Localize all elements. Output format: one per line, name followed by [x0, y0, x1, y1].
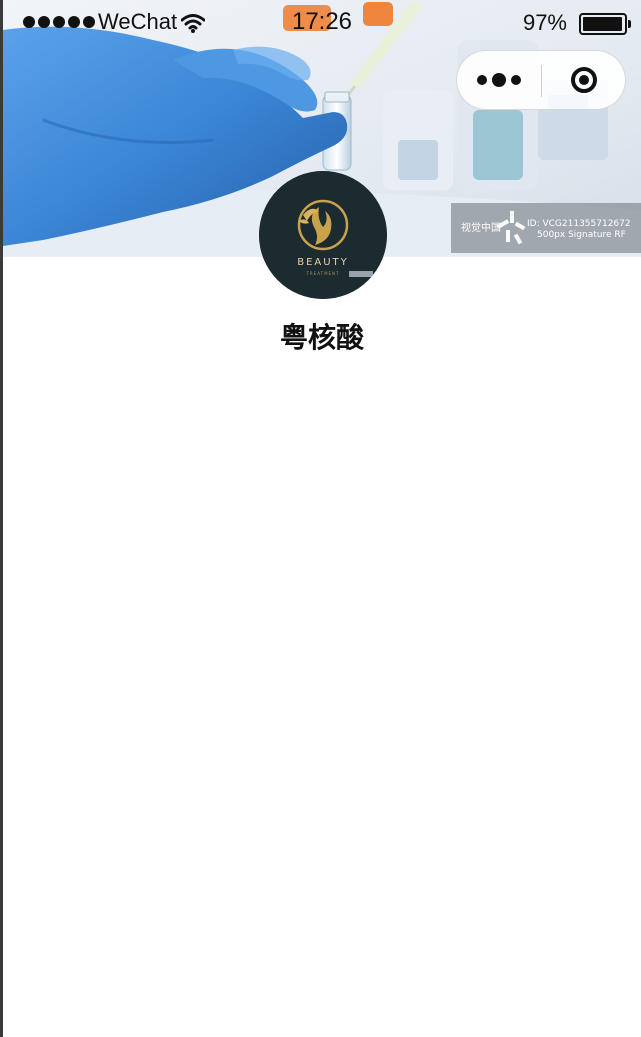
avatar-brand-subtext: TREATMENT [305, 271, 339, 276]
more-menu-button[interactable] [457, 51, 541, 109]
more-dots-icon [511, 75, 521, 85]
watermark-license: 500px Signature RF [537, 230, 626, 240]
more-dots-icon [492, 73, 506, 87]
watermark-brand: 视觉中国 [461, 221, 501, 234]
miniprogram-capsule [456, 50, 626, 110]
profile-name: 粤核酸 [279, 321, 364, 354]
more-dots-icon [477, 75, 487, 85]
status-bar: WeChat 17:26 97% [3, 0, 641, 46]
avatar-brand-text: BEAUTY [297, 257, 349, 268]
left-edge-frame [0, 0, 3, 1037]
battery-icon [579, 13, 631, 35]
avatar[interactable]: BEAUTY TREATMENT [259, 171, 387, 299]
target-circle-icon [571, 67, 597, 93]
battery-percent: 97% [522, 10, 567, 35]
close-miniprogram-button[interactable] [543, 51, 625, 109]
capsule-divider [541, 65, 542, 97]
watermark-id: ID: VCG211355712672 [527, 219, 631, 229]
